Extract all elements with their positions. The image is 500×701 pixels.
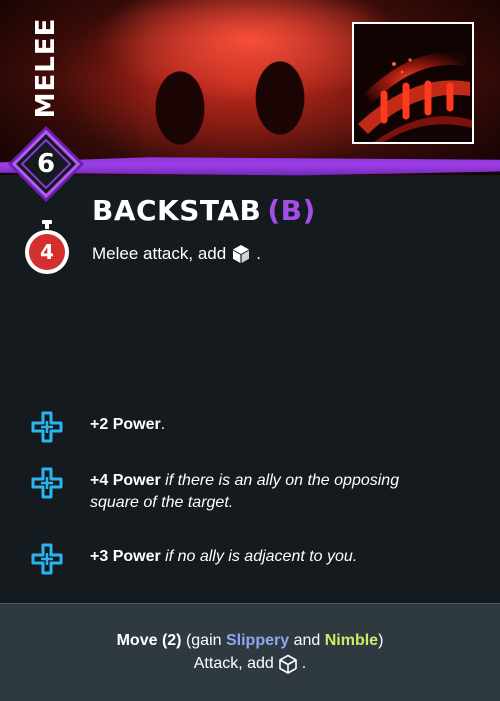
card-description: Melee attack, add . xyxy=(92,244,261,264)
boost-power: +2 Power xyxy=(90,416,161,433)
ability-thumbnail xyxy=(352,22,474,144)
slippery-keyword: Slippery xyxy=(225,632,290,649)
description-end: . xyxy=(256,244,261,263)
card-footer: Move (2) (gain Slippery and Nimble) Atta… xyxy=(0,603,500,701)
nimble-keyword: Nimble xyxy=(324,632,379,649)
footer-attack-line: Attack, add . xyxy=(0,654,500,674)
boost-condition: if no ally is adjacent to you. xyxy=(165,548,358,565)
move-label: Move (2) xyxy=(116,632,182,649)
footer-move-line: Move (2) (gain Slippery and Nimble) xyxy=(0,632,500,650)
boost-row: +3 Power if no ally is adjacent to you. xyxy=(30,543,430,576)
card-title: BACKSTAB (B) xyxy=(92,194,316,227)
description-text: Melee attack, add xyxy=(92,244,227,263)
boost-row: +4 Power if there is an ally on the oppo… xyxy=(30,467,430,514)
boost-power: +3 Power xyxy=(90,548,161,565)
boost-text: +2 Power. xyxy=(90,414,430,436)
ability-card: MELEE 6 4 BACKSTAB (B) Melee attack, add… xyxy=(0,0,500,701)
boost-row: +2 Power. xyxy=(30,411,430,444)
card-category: MELEE xyxy=(31,17,61,119)
dice-icon xyxy=(233,245,250,263)
boost-cross-icon xyxy=(31,411,63,443)
boost-cross-icon xyxy=(31,543,63,575)
boost-text: +4 Power if there is an ally on the oppo… xyxy=(90,470,430,514)
card-title-tag: (B) xyxy=(267,194,316,227)
claw-slash-image xyxy=(354,24,472,142)
timer-value: 4 xyxy=(40,240,54,264)
dice-outline-icon xyxy=(278,654,297,674)
boost-cross-icon xyxy=(31,467,63,499)
gain-close: ) xyxy=(378,632,384,649)
attack-text: Attack, add xyxy=(193,655,274,672)
cost-value: 6 xyxy=(36,149,56,179)
attack-end: . xyxy=(301,655,307,672)
boost-suffix: . xyxy=(160,416,166,433)
and-text: and xyxy=(293,632,321,649)
card-title-text: BACKSTAB xyxy=(92,194,262,227)
boost-text: +3 Power if no ally is adjacent to you. xyxy=(90,546,430,568)
boost-power: +4 Power xyxy=(90,472,161,489)
gain-open: (gain xyxy=(185,632,222,649)
